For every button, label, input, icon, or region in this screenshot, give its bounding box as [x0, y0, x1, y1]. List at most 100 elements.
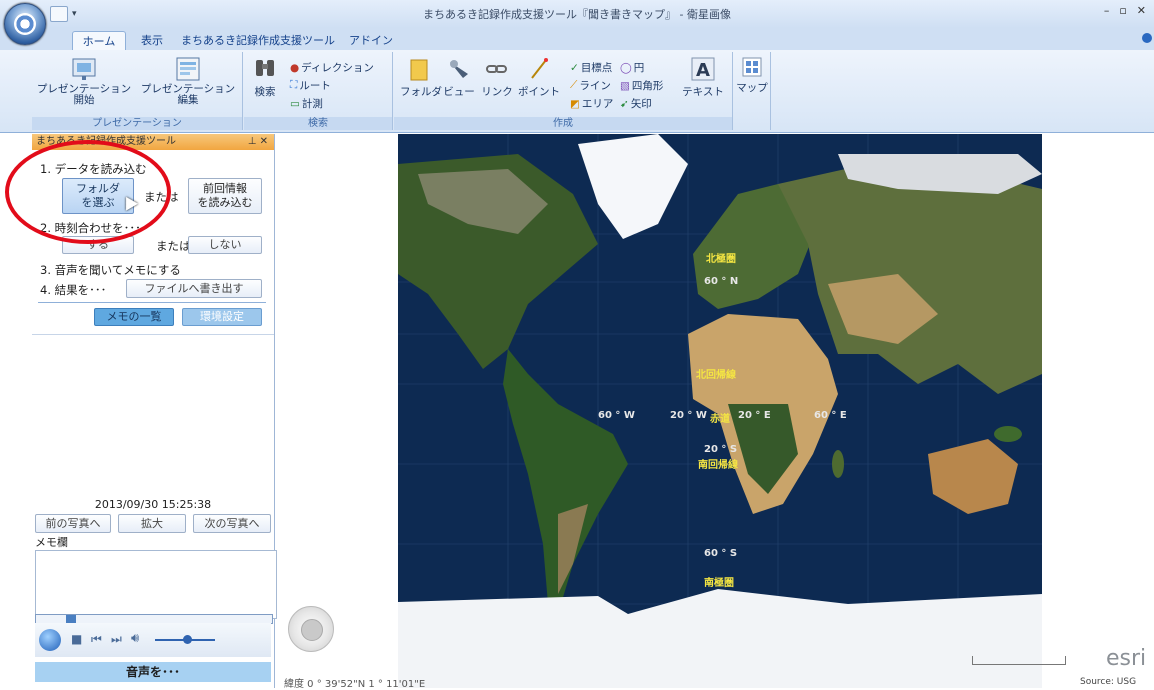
volume-thumb[interactable]	[183, 635, 192, 644]
arrow-button[interactable]: ➹ 矢印	[620, 96, 652, 111]
route-button[interactable]: ⛶ ルート	[290, 78, 331, 93]
group-create: フォルダ ビュー リンク ポイント ✓ 目標点 ⟋ ライン ◩ エリア ◯ 円 ▧ 四角形…	[394, 52, 733, 130]
seek-thumb[interactable]	[66, 615, 76, 623]
application-menu-button[interactable]	[4, 3, 46, 45]
rectangle-icon: ▧	[620, 79, 630, 92]
rectangle-button[interactable]: ▧ 四角形	[620, 78, 663, 93]
tropic-of-cancer-label: 北回帰線	[696, 370, 736, 381]
target-button[interactable]: ✓ 目標点	[570, 60, 612, 75]
area-icon: ◩	[570, 97, 580, 110]
previous-track-icon[interactable]: ⏮	[91, 632, 102, 647]
equator-label: 赤道	[710, 414, 730, 425]
volume-icon[interactable]: 🔊︎	[131, 631, 139, 646]
title-bar: まちあるき記録作成支援ツール『聞き書きマップ』 - 衛星画像 ▾ – ▫ ✕	[0, 0, 1154, 28]
view-icon	[450, 60, 468, 78]
view-button[interactable]: ビュー	[442, 56, 476, 99]
folder-button[interactable]: フォルダ	[400, 56, 442, 99]
direction-button[interactable]: ● ディレクション	[290, 60, 374, 75]
memo-field-label: メモ欄	[35, 536, 68, 549]
tab-home[interactable]: ホーム	[72, 31, 126, 51]
window-controls: – ▫ ✕	[1104, 4, 1146, 17]
settings-button[interactable]: 環境設定	[182, 308, 262, 326]
measure-button[interactable]: ▭ 計測	[290, 96, 323, 111]
lat-60n-label: 60 ° N	[704, 276, 739, 287]
map-grid-icon	[742, 57, 762, 77]
antarctic-circle-label: 南極圏	[704, 578, 734, 589]
lat-20s-label: 20 ° S	[704, 444, 738, 455]
map-button[interactable]: マップ	[736, 56, 768, 95]
arctic-circle-label: 北極圏	[706, 254, 736, 265]
map-navigation-control[interactable]	[288, 606, 334, 652]
panel-divider	[38, 302, 266, 303]
group-search: 検索 ● ディレクション ⛶ ルート ▭ 計測 検索	[244, 52, 393, 130]
minimize-icon[interactable]: –	[1104, 4, 1110, 17]
presentation-edit-icon	[176, 57, 200, 81]
panel-separator	[32, 334, 274, 335]
area-button[interactable]: ◩ エリア	[570, 96, 613, 111]
group-map: マップ	[734, 52, 771, 130]
step-3-label: 3. 音声を聞いてメモにする	[40, 263, 181, 277]
target-icon: ✓	[570, 61, 579, 74]
folder-icon	[410, 59, 428, 81]
app-orb-icon	[14, 13, 36, 35]
tab-view[interactable]: 表示	[134, 31, 170, 50]
svg-text:A: A	[696, 60, 710, 81]
text-button[interactable]: A テキスト	[682, 56, 724, 99]
stop-icon[interactable]: ■	[71, 632, 82, 646]
save-icon[interactable]	[50, 6, 68, 22]
memo-textarea[interactable]	[35, 550, 277, 619]
window-title: まちあるき記録作成支援ツール『聞き書きマップ』 - 衛星画像	[423, 8, 731, 21]
restore-icon[interactable]: ▫	[1119, 4, 1126, 17]
sync-time-no-button[interactable]: しない	[188, 236, 262, 254]
help-icon[interactable]	[1142, 33, 1152, 43]
route-icon: ⛶	[290, 79, 298, 91]
quick-access-toolbar: ▾	[50, 5, 77, 23]
next-photo-button[interactable]: 次の写真へ	[193, 514, 271, 533]
tab-addin[interactable]: アドイン	[346, 31, 396, 50]
circle-button[interactable]: ◯ 円	[620, 60, 644, 75]
map-source-credit: Source: USG	[1080, 677, 1137, 687]
presentation-edit-button[interactable]: プレゼンテーション 編集	[136, 56, 240, 106]
pin-close-icon[interactable]: ⊥ ✕	[248, 134, 268, 150]
play-icon[interactable]	[39, 629, 61, 651]
qat-dropdown-icon[interactable]: ▾	[72, 9, 77, 19]
group-label-search: 検索	[244, 117, 392, 130]
pan-joystick-icon[interactable]	[301, 619, 323, 641]
zoom-button[interactable]: 拡大	[118, 514, 186, 533]
ribbon-tab-row: ホーム 表示 まちあるき記録作成支援ツール アドイン	[0, 28, 1154, 51]
lon-60e-label: 60 ° E	[814, 410, 847, 421]
sound-section-header: 音声を･･･	[35, 662, 271, 682]
prev-photo-button[interactable]: 前の写真へ	[35, 514, 111, 533]
link-icon	[486, 65, 507, 73]
memo-list-button[interactable]: メモの一覧	[94, 308, 174, 326]
group-label-presentation: プレゼンテーション	[32, 117, 242, 130]
tropic-of-capricorn-label: 南回帰線	[698, 460, 738, 471]
audio-player: ■ ⏮ ⏭ 🔊︎	[35, 623, 271, 657]
group-presentation: プレゼンテーション 開始 プレゼンテーション 編集 プレゼンテーション	[32, 52, 243, 130]
pin-icon	[531, 58, 548, 79]
world-map[interactable]: 北極圏 60 ° N 北回帰線 60 ° W 20 ° W 赤道 20 ° E …	[398, 134, 1042, 688]
group-label-create: 作成	[394, 117, 732, 130]
ribbon: プレゼンテーション 開始 プレゼンテーション 編集 プレゼンテーション 検索 ●…	[0, 50, 1154, 133]
point-button[interactable]: ポイント	[518, 56, 560, 99]
presentation-start-button[interactable]: プレゼンテーション 開始	[34, 56, 134, 106]
circle-icon: ◯	[620, 61, 632, 74]
line-icon: ⟋	[570, 79, 578, 91]
next-track-icon[interactable]: ⏭	[111, 632, 122, 647]
close-icon[interactable]: ✕	[1137, 4, 1146, 17]
lon-20w-label: 20 ° W	[670, 410, 707, 421]
scale-bar	[972, 656, 1066, 665]
arrow-icon: ➹	[620, 97, 629, 110]
link-button[interactable]: リンク	[480, 56, 514, 99]
or-label-2: または	[156, 239, 191, 253]
lon-20e-label: 20 ° E	[738, 410, 771, 421]
line-button[interactable]: ⟋ ライン	[570, 78, 611, 93]
load-previous-button[interactable]: 前回情報 を読み込む	[188, 178, 262, 214]
binoculars-icon	[256, 60, 274, 76]
tab-machiaruki-tool[interactable]: まちあるき記録作成支援ツール	[178, 31, 338, 50]
lon-60w-label: 60 ° W	[598, 410, 635, 421]
write-to-file-button[interactable]: ファイルへ書き出す	[126, 279, 262, 298]
lat-60s-label: 60 ° S	[704, 548, 738, 559]
search-button[interactable]: 検索	[250, 56, 280, 99]
photo-timestamp: 2013/09/30 15:25:38	[94, 498, 212, 511]
